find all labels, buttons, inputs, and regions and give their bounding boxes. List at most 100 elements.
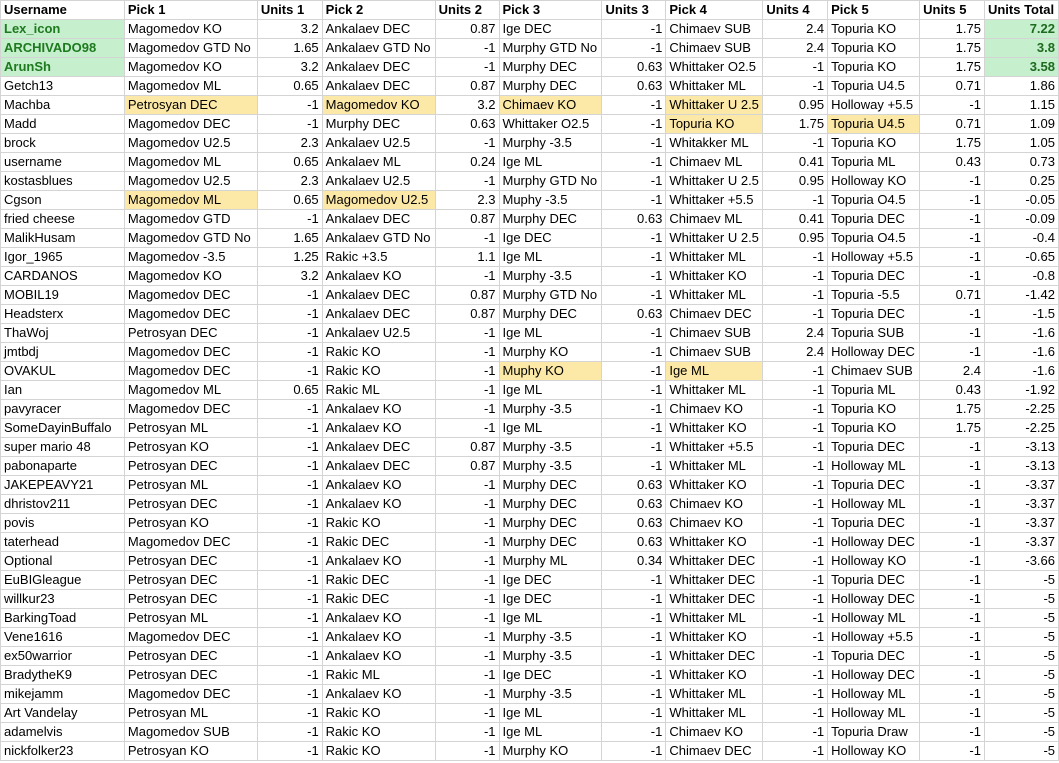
cell-pick-4[interactable]: Chimaev KO xyxy=(665,399,764,419)
cell-pick-3[interactable]: Ige DEC xyxy=(498,665,603,685)
cell-pick-4[interactable]: Whittaker ML xyxy=(665,608,764,628)
cell-username[interactable]: Optional xyxy=(0,551,125,571)
cell-pick-3[interactable]: Murphy DEC xyxy=(498,57,603,77)
cell-pick-2[interactable]: Magomedov KO xyxy=(321,95,436,115)
cell-username[interactable]: fried cheese xyxy=(0,209,125,229)
cell-pick-2[interactable]: Rakic ML xyxy=(321,665,436,685)
cell-units-5[interactable]: -1 xyxy=(919,247,985,267)
cell-units-total[interactable]: -3.37 xyxy=(983,494,1059,514)
cell-units-2[interactable]: -1 xyxy=(434,418,500,438)
cell-pick-2[interactable]: Ankalaev KO xyxy=(321,266,436,286)
cell-units-1[interactable]: 3.2 xyxy=(256,266,323,286)
cell-units-4[interactable]: -1 xyxy=(762,475,829,495)
cell-pick-2[interactable]: Ankalaev U2.5 xyxy=(321,133,436,153)
header-units-3[interactable]: Units 3 xyxy=(601,0,667,20)
cell-units-2[interactable]: 0.87 xyxy=(434,76,500,96)
cell-pick-1[interactable]: Magomedov ML xyxy=(123,380,258,400)
cell-units-3[interactable]: -1 xyxy=(601,38,667,58)
cell-units-2[interactable]: 3.2 xyxy=(434,95,500,115)
cell-username[interactable]: kostasblues xyxy=(0,171,125,191)
cell-units-3[interactable]: -1 xyxy=(601,247,667,267)
cell-pick-5[interactable]: Topuria KO xyxy=(827,133,921,153)
cell-units-2[interactable]: -1 xyxy=(434,266,500,286)
cell-units-3[interactable]: -1 xyxy=(601,228,667,248)
cell-units-4[interactable]: -1 xyxy=(762,608,829,628)
cell-units-total[interactable]: -3.37 xyxy=(983,532,1059,552)
cell-pick-3[interactable]: Murphy DEC xyxy=(498,209,603,229)
cell-units-total[interactable]: 3.58 xyxy=(983,57,1059,77)
cell-username[interactable]: BarkingToad xyxy=(0,608,125,628)
cell-pick-1[interactable]: Magomedov DEC xyxy=(123,361,258,381)
cell-units-1[interactable]: 1.65 xyxy=(256,38,323,58)
cell-pick-2[interactable]: Rakic KO xyxy=(321,513,436,533)
cell-units-3[interactable]: -1 xyxy=(601,380,667,400)
cell-pick-1[interactable]: Petrosyan DEC xyxy=(123,665,258,685)
cell-units-4[interactable]: -1 xyxy=(762,437,829,457)
cell-units-4[interactable]: -1 xyxy=(762,532,829,552)
cell-units-5[interactable]: -1 xyxy=(919,741,985,761)
cell-pick-1[interactable]: Magomedov DEC xyxy=(123,285,258,305)
cell-pick-2[interactable]: Ankalaev KO xyxy=(321,494,436,514)
cell-units-total[interactable]: -0.65 xyxy=(983,247,1059,267)
cell-units-total[interactable]: -5 xyxy=(983,722,1059,742)
cell-units-3[interactable]: -1 xyxy=(601,171,667,191)
cell-pick-5[interactable]: Topuria KO xyxy=(827,399,921,419)
cell-pick-5[interactable]: Holloway ML xyxy=(827,608,921,628)
cell-pick-4[interactable]: Topuria KO xyxy=(665,114,764,134)
cell-units-4[interactable]: 0.95 xyxy=(762,228,829,248)
cell-pick-5[interactable]: Topuria DEC xyxy=(827,646,921,666)
cell-units-2[interactable]: -1 xyxy=(434,399,500,419)
cell-pick-2[interactable]: Ankalaev KO xyxy=(321,608,436,628)
cell-units-1[interactable]: 1.65 xyxy=(256,228,323,248)
cell-units-3[interactable]: -1 xyxy=(601,703,667,723)
cell-username[interactable]: Vene1616 xyxy=(0,627,125,647)
cell-pick-3[interactable]: Murphy DEC xyxy=(498,475,603,495)
cell-units-4[interactable]: -1 xyxy=(762,380,829,400)
cell-units-1[interactable]: -1 xyxy=(256,722,323,742)
cell-units-4[interactable]: 2.4 xyxy=(762,342,829,362)
cell-units-4[interactable]: -1 xyxy=(762,551,829,571)
cell-username[interactable]: Getch13 xyxy=(0,76,125,96)
cell-units-3[interactable]: -1 xyxy=(601,114,667,134)
cell-pick-4[interactable]: Chimaev ML xyxy=(665,152,764,172)
cell-pick-4[interactable]: Whittaker KO xyxy=(665,665,764,685)
cell-pick-3[interactable]: Ige ML xyxy=(498,323,603,343)
cell-units-4[interactable]: -1 xyxy=(762,76,829,96)
cell-units-2[interactable]: -1 xyxy=(434,741,500,761)
cell-pick-2[interactable]: Ankalaev DEC xyxy=(321,456,436,476)
cell-pick-1[interactable]: Petrosyan DEC xyxy=(123,570,258,590)
cell-pick-3[interactable]: Ige ML xyxy=(498,722,603,742)
cell-pick-3[interactable]: Ige ML xyxy=(498,247,603,267)
cell-units-5[interactable]: -1 xyxy=(919,646,985,666)
cell-pick-4[interactable]: Whittaker U 2.5 xyxy=(665,228,764,248)
cell-units-total[interactable]: -1.5 xyxy=(983,304,1059,324)
cell-units-2[interactable]: -1 xyxy=(434,494,500,514)
cell-units-1[interactable]: 0.65 xyxy=(256,76,323,96)
cell-units-3[interactable]: 0.63 xyxy=(601,304,667,324)
cell-units-2[interactable]: -1 xyxy=(434,703,500,723)
cell-units-3[interactable]: -1 xyxy=(601,266,667,286)
cell-username[interactable]: pavyracer xyxy=(0,399,125,419)
cell-units-3[interactable]: -1 xyxy=(601,589,667,609)
cell-pick-3[interactable]: Murphy GTD No xyxy=(498,38,603,58)
cell-pick-4[interactable]: Whittaker ML xyxy=(665,285,764,305)
cell-units-2[interactable]: 0.87 xyxy=(434,456,500,476)
cell-username[interactable]: Machba xyxy=(0,95,125,115)
cell-pick-3[interactable]: Muphy KO xyxy=(498,361,603,381)
cell-units-5[interactable]: -1 xyxy=(919,323,985,343)
cell-units-total[interactable]: -5 xyxy=(983,589,1059,609)
cell-units-5[interactable]: -1 xyxy=(919,703,985,723)
cell-pick-3[interactable]: Ige ML xyxy=(498,608,603,628)
cell-pick-5[interactable]: Topuria KO xyxy=(827,57,921,77)
cell-username[interactable]: Cgson xyxy=(0,190,125,210)
cell-units-1[interactable]: -1 xyxy=(256,608,323,628)
cell-pick-1[interactable]: Magomedov ML xyxy=(123,190,258,210)
cell-username[interactable]: username xyxy=(0,152,125,172)
cell-pick-2[interactable]: Ankalaev DEC xyxy=(321,76,436,96)
cell-pick-1[interactable]: Petrosyan ML xyxy=(123,418,258,438)
cell-units-2[interactable]: -1 xyxy=(434,342,500,362)
cell-units-total[interactable]: -5 xyxy=(983,646,1059,666)
cell-units-3[interactable]: 0.63 xyxy=(601,532,667,552)
cell-units-4[interactable]: -1 xyxy=(762,285,829,305)
cell-units-1[interactable]: -1 xyxy=(256,114,323,134)
